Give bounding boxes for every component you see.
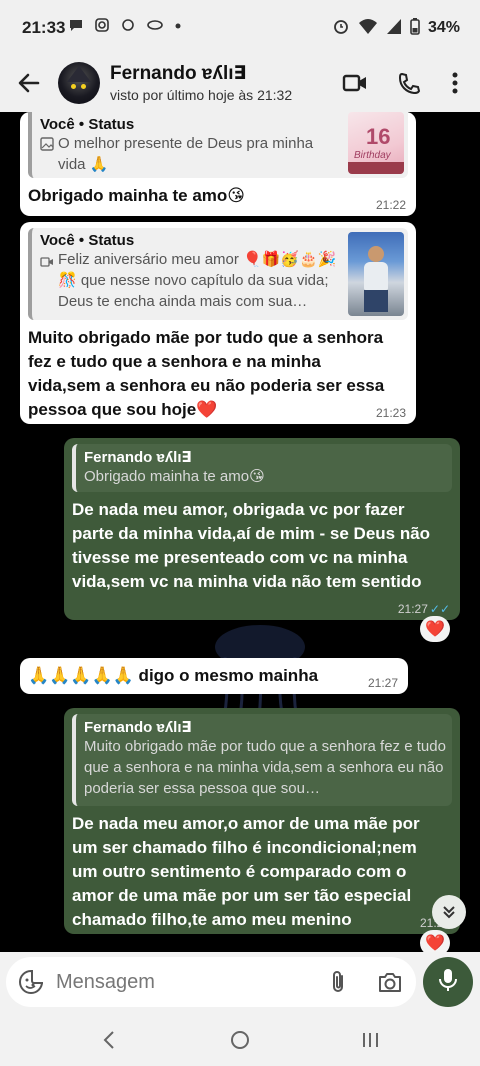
quote-text: Obrigado mainha te amo😘 (84, 468, 265, 485)
microphone-icon (437, 967, 459, 998)
status-thumbnail[interactable] (348, 232, 404, 316)
video-call-icon[interactable] (340, 68, 370, 98)
sticker-icon[interactable] (18, 969, 44, 995)
message-text: Muito obrigado mãe por tudo que a senhor… (28, 328, 385, 419)
message-text: 🙏🙏🙏🙏🙏 digo o mesmo mainha (28, 666, 319, 685)
quoted-status[interactable]: Você • Status O melhor presente de Deus … (28, 112, 408, 178)
voice-message-button[interactable] (423, 957, 473, 1007)
system-nav-bar (0, 1013, 480, 1066)
quote-text: O melhor presente de Deus pra minha vida… (58, 135, 314, 173)
phone-call-icon[interactable] (394, 68, 424, 98)
status-time: 21:33 (22, 18, 66, 37)
back-arrow-icon[interactable] (14, 68, 44, 98)
contact-name[interactable]: Fernando ɐʎlı∃ (110, 62, 247, 85)
quote-title: Fernando ɐʎlı∃ (84, 719, 192, 736)
image-icon (40, 136, 54, 157)
message-bubble[interactable]: 🙏🙏🙏🙏🙏 digo o mesmo mainha 21:27 (20, 658, 408, 694)
cup-icon (146, 17, 164, 37)
message-bubble[interactable]: Fernando ɐʎlı∃ Obrigado mainha te amo😘 D… (64, 438, 460, 620)
message-time: 21:27 (397, 602, 428, 616)
quoted-status[interactable]: Você • Status Feliz aniversário meu amor… (28, 228, 408, 320)
signal-icon (386, 17, 402, 39)
wifi-icon (358, 17, 378, 39)
chat-notification-icon (68, 17, 84, 37)
scroll-down-button[interactable] (432, 895, 466, 929)
quote-text: Muito obrigado mãe por tudo que a senhor… (84, 738, 446, 797)
alarm-icon (332, 17, 350, 39)
nav-home-icon[interactable] (227, 1027, 253, 1053)
video-icon (40, 253, 54, 274)
message-text: De nada meu amor,o amor de uma mãe por u… (72, 814, 420, 929)
quote-text: Feliz aniversário meu amor 🎈🎁🥳🎂🎉🎊 que ne… (58, 251, 337, 310)
last-seen: visto por último hoje às 21:32 (110, 87, 293, 103)
more-options-icon[interactable] (440, 68, 470, 98)
instagram-icon (94, 17, 110, 37)
status-thumbnail[interactable]: 16 Birthday (348, 112, 404, 174)
quote-title: Você • Status (40, 232, 135, 249)
message-time: 21:23 (375, 406, 406, 420)
attach-icon[interactable] (326, 969, 352, 995)
quoted-message[interactable]: Fernando ɐʎlı∃ Muito obrigado mãe por tu… (72, 714, 452, 806)
message-bubble[interactable]: Você • Status Feliz aniversário meu amor… (20, 222, 416, 424)
battery-icon (410, 17, 420, 39)
message-composer (6, 957, 416, 1007)
message-text: De nada meu amor, obrigada vc por fazer … (72, 500, 431, 591)
battery-percent: 34% (427, 19, 460, 36)
nav-recents-icon[interactable] (358, 1027, 384, 1053)
message-input[interactable] (56, 970, 306, 994)
quote-title: Você • Status (40, 116, 135, 133)
message-bubble[interactable]: Fernando ɐʎlı∃ Muito obrigado mãe por tu… (64, 708, 460, 934)
thumbnail-caption: Birthday (354, 150, 391, 161)
avatar[interactable] (58, 62, 100, 104)
chat-area[interactable]: Você • Status O melhor presente de Deus … (0, 112, 480, 952)
quote-title: Fernando ɐʎlı∃ (84, 449, 192, 466)
nav-back-icon[interactable] (96, 1027, 122, 1053)
status-bar: 21:33 34% (0, 0, 480, 56)
heart-reaction[interactable]: ❤️ (420, 930, 450, 952)
message-time: 21:22 (375, 198, 406, 212)
read-ticks-icon: ✓✓ (429, 602, 450, 616)
chat-header: Fernando ɐʎlı∃ visto por último hoje às … (0, 56, 480, 112)
message-time: 21:27 (367, 676, 398, 690)
app-notification-icon (120, 17, 136, 37)
message-text: Obrigado mainha te amo😘 (28, 186, 246, 205)
heart-reaction[interactable]: ❤️ (420, 616, 450, 642)
camera-icon[interactable] (376, 969, 404, 995)
quoted-message[interactable]: Fernando ɐʎlı∃ Obrigado mainha te amo😘 (72, 444, 452, 492)
thumbnail-number: 16 (366, 124, 391, 149)
message-bubble[interactable]: Você • Status O melhor presente de Deus … (20, 112, 416, 216)
dot-icon (174, 17, 182, 37)
